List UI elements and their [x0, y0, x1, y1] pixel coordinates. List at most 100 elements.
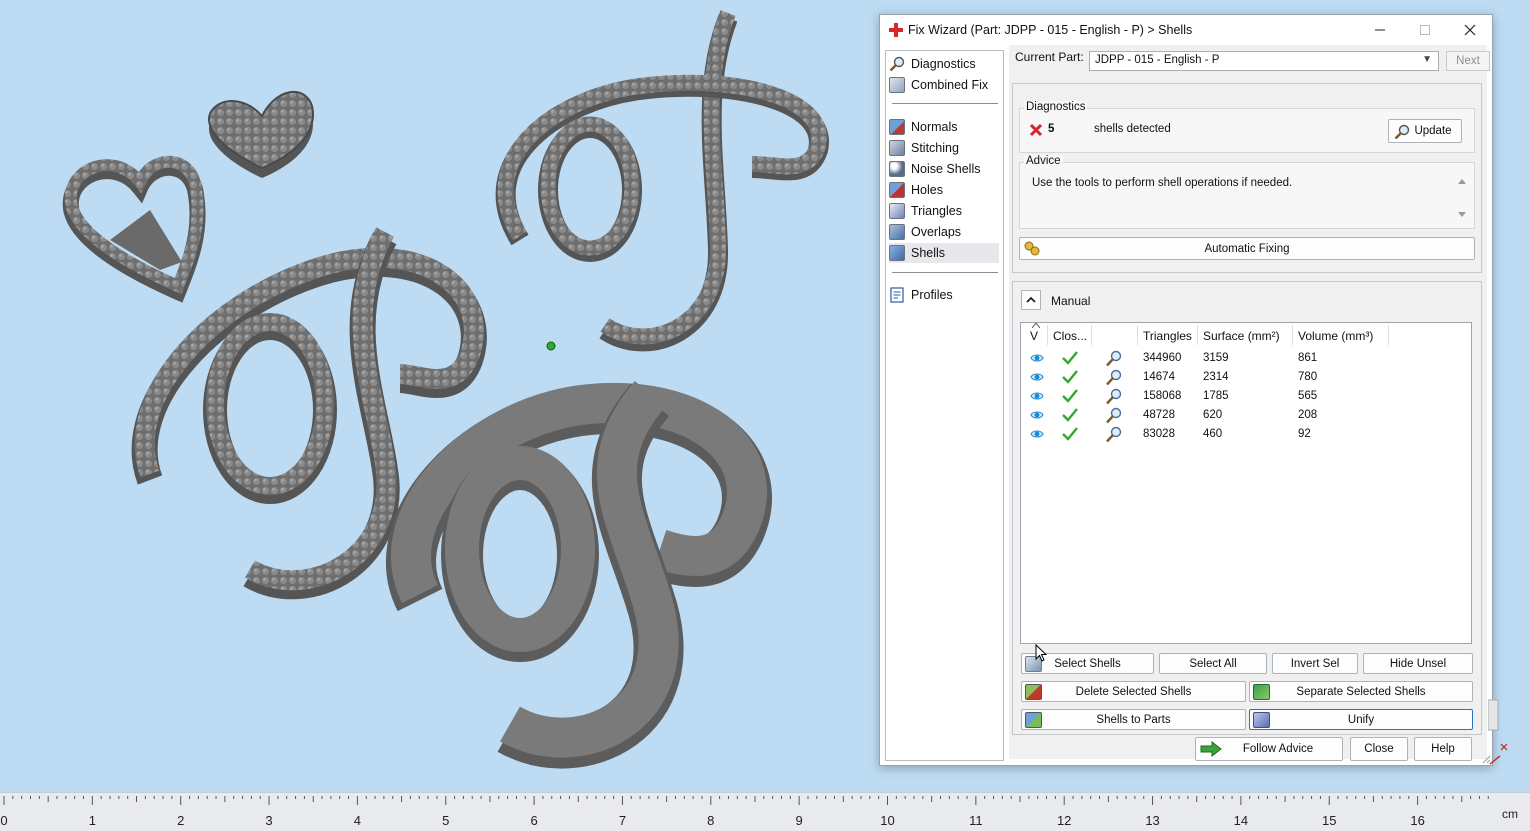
table-row[interactable]: 344960 3159 861 — [1021, 349, 1471, 368]
minimize-button[interactable] — [1357, 15, 1402, 45]
diagnostics-group: Diagnostics 5 shells detected Update Adv… — [1012, 83, 1482, 273]
hide-unselected-button[interactable]: Hide Unsel — [1363, 653, 1473, 674]
nav-item-label: Triangles — [911, 204, 962, 218]
nav-item-combined-fix[interactable]: Combined Fix — [889, 75, 999, 95]
maximize-button[interactable] — [1402, 15, 1447, 45]
magnifier-icon[interactable] — [1105, 350, 1123, 367]
current-part-label: Current Part: — [1015, 50, 1084, 64]
nav-item-diagnostics[interactable]: Diagnostics — [889, 54, 999, 74]
ruler-tick-label: 6 — [530, 813, 538, 828]
magnifier-icon — [889, 56, 905, 72]
nav-item-holes[interactable]: Holes — [889, 180, 999, 200]
maximize-icon — [1419, 25, 1430, 35]
cell-surface: 460 — [1203, 428, 1223, 440]
ruler-unit-label: cm — [1502, 807, 1518, 821]
nav-item-normals[interactable]: Normals — [889, 117, 999, 137]
close-button[interactable]: Close — [1350, 737, 1408, 761]
fix-wizard-window[interactable]: Fix Wizard (Part: JDPP - 015 - English -… — [879, 14, 1493, 766]
column-header-triangles[interactable]: Triangles — [1143, 329, 1192, 345]
nav-item-profiles[interactable]: Profiles — [889, 285, 999, 305]
column-header-visible[interactable]: V — [1030, 329, 1038, 345]
cell-volume: 780 — [1298, 371, 1318, 383]
title-bar[interactable]: Fix Wizard (Part: JDPP - 015 - English -… — [880, 15, 1492, 45]
overlaps-icon — [889, 224, 905, 240]
eye-icon[interactable] — [1030, 352, 1044, 364]
magnifier-icon[interactable] — [1105, 388, 1123, 405]
update-button-label: Update — [1414, 125, 1452, 137]
cell-volume: 565 — [1298, 390, 1318, 402]
nav-item-label: Combined Fix — [911, 78, 989, 92]
cell-surface: 620 — [1203, 409, 1223, 421]
select-shells-label: Select Shells — [1054, 657, 1121, 670]
select-all-button[interactable]: Select All — [1159, 653, 1267, 674]
eye-icon[interactable] — [1030, 428, 1044, 440]
separate-selected-shells-button[interactable]: Separate Selected Shells — [1249, 681, 1473, 702]
shells-to-parts-button[interactable]: Shells to Parts — [1021, 709, 1246, 730]
gears-icon — [1024, 241, 1040, 256]
nav-item-overlaps[interactable]: Overlaps — [889, 222, 999, 242]
nav-item-noise-shells[interactable]: Noise Shells — [889, 159, 999, 179]
column-header-closed[interactable]: Clos... — [1053, 329, 1087, 345]
diagnostics-title: Diagnostics — [1024, 101, 1088, 113]
profiles-icon — [890, 287, 904, 303]
magnifier-icon — [1394, 124, 1410, 140]
ruler-tick-label: 5 — [442, 813, 450, 828]
ruler-tick-label: 4 — [353, 813, 362, 828]
unify-button[interactable]: Unify — [1249, 709, 1473, 730]
cell-surface: 1785 — [1203, 390, 1229, 402]
shells-table[interactable]: V Clos... Triangles Surface (mm²) Volume… — [1020, 322, 1472, 644]
automatic-fixing-label: Automatic Fixing — [1204, 242, 1290, 255]
ruler-ticks — [3, 796, 1489, 805]
ruler-tick-label: 1 — [88, 813, 96, 828]
column-header-volume[interactable]: Volume (mm³) — [1298, 329, 1373, 345]
follow-advice-button[interactable]: Follow Advice — [1195, 737, 1343, 761]
unify-icon — [1253, 712, 1270, 728]
stitching-icon — [889, 140, 905, 156]
ruler-tick-label: 12 — [1056, 813, 1072, 828]
cell-triangles: 48728 — [1143, 409, 1175, 421]
nav-item-triangles[interactable]: Triangles — [889, 201, 999, 221]
cell-volume: 208 — [1298, 409, 1318, 421]
nav-item-label: Profiles — [911, 288, 953, 302]
delete-selected-shells-label: Delete Selected Shells — [1075, 685, 1192, 698]
chevron-up-icon — [1026, 296, 1036, 303]
close-window-button[interactable] — [1447, 15, 1492, 45]
table-header: V Clos... Triangles Surface (mm²) Volume… — [1021, 323, 1471, 349]
eye-icon[interactable] — [1030, 390, 1044, 402]
eye-icon[interactable] — [1030, 409, 1044, 421]
column-header-surface[interactable]: Surface (mm²) — [1203, 329, 1280, 345]
cell-triangles: 83028 — [1143, 428, 1175, 440]
eye-icon[interactable] — [1030, 371, 1044, 383]
next-button[interactable]: Next — [1446, 51, 1490, 71]
current-part-dropdown[interactable]: JDPP - 015 - English - P ▼ — [1089, 51, 1439, 71]
cell-triangles: 14674 — [1143, 371, 1175, 383]
nav-item-label: Holes — [911, 183, 943, 197]
table-row[interactable]: 14674 2314 780 — [1021, 368, 1471, 387]
table-row[interactable]: 48728 620 208 — [1021, 406, 1471, 425]
letter-p-beaded-top[interactable] — [495, 10, 829, 352]
nav-item-stitching[interactable]: Stitching — [889, 138, 999, 158]
normals-icon — [889, 119, 905, 135]
advice-scrollbar[interactable] — [1455, 175, 1469, 221]
invert-selection-button[interactable]: Invert Sel — [1272, 653, 1358, 674]
ruler-tick-label: 0 — [0, 813, 8, 828]
heart-pendant-open[interactable] — [62, 155, 206, 303]
delete-selected-shells-button[interactable]: Delete Selected Shells — [1021, 681, 1246, 702]
holes-icon — [889, 182, 905, 198]
magnifier-icon[interactable] — [1105, 369, 1123, 386]
nav-item-label: Stitching — [911, 141, 959, 155]
cell-volume: 92 — [1298, 428, 1311, 440]
update-button[interactable]: Update — [1388, 119, 1462, 143]
cell-triangles: 344960 — [1143, 352, 1182, 364]
table-row[interactable]: 83028 460 92 — [1021, 425, 1471, 444]
heart-pendant-small[interactable] — [208, 90, 314, 178]
letter-p-solid[interactable] — [386, 380, 772, 769]
collapse-manual-button[interactable] — [1021, 290, 1041, 310]
help-button[interactable]: Help — [1414, 737, 1472, 761]
table-row[interactable]: 158068 1785 565 — [1021, 387, 1471, 406]
automatic-fixing-button[interactable]: Automatic Fixing — [1019, 237, 1475, 260]
ruler-tick-label: 10 — [880, 813, 895, 828]
magnifier-icon[interactable] — [1105, 407, 1123, 424]
nav-item-shells[interactable]: Shells — [889, 243, 999, 263]
magnifier-icon[interactable] — [1105, 426, 1123, 443]
